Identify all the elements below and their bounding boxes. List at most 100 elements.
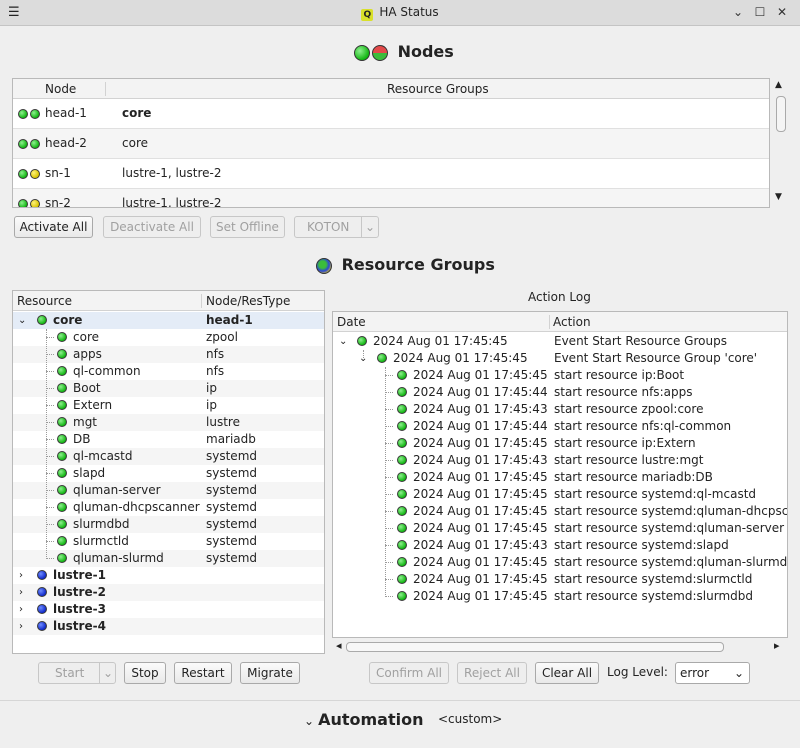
- resource-row[interactable]: qluman-server systemd: [13, 482, 324, 499]
- resource-row[interactable]: Boot ip: [13, 380, 324, 397]
- start-label: Start: [55, 666, 85, 680]
- action-column-header[interactable]: Action: [553, 315, 591, 329]
- resource-status-dot-icon: [57, 332, 67, 342]
- log-row[interactable]: ⌄ 2024 Aug 01 17:45:45 Event Start Resourc…: [333, 350, 787, 367]
- confirm-all-button[interactable]: Confirm All: [369, 662, 449, 684]
- migrate-button[interactable]: Migrate: [240, 662, 300, 684]
- log-row[interactable]: 2024 Aug 01 17:45:45 start resource maria…: [333, 469, 787, 486]
- log-row[interactable]: 2024 Aug 01 17:45:45 start resource syste…: [333, 571, 787, 588]
- resource-row[interactable]: ql-common nfs: [13, 363, 324, 380]
- resource-type: lustre: [206, 415, 240, 429]
- koton-chevron-down-icon[interactable]: ⌄: [361, 217, 378, 237]
- log-row[interactable]: 2024 Aug 01 17:45:45 start resource ip:Ex…: [333, 435, 787, 452]
- resource-rows: ⌄ core head-1 core zpool apps nfs ql-common nfs B…: [13, 312, 324, 653]
- koton-select[interactable]: KOTON ⌄: [294, 216, 379, 238]
- log-status-dot-icon: [397, 387, 407, 397]
- resource-row[interactable]: DB mariadb: [13, 431, 324, 448]
- log-row[interactable]: ⌄ 2024 Aug 01 17:45:45 Event Start Resourc…: [333, 333, 787, 350]
- set-offline-button[interactable]: Set Offline: [210, 216, 285, 238]
- resource-row[interactable]: slurmctld systemd: [13, 533, 324, 550]
- log-action: start resource systemd:slurmdbd: [554, 589, 753, 603]
- log-action: start resource nfs:apps: [554, 385, 693, 399]
- log-level-chevron-down-icon: ⌄: [734, 666, 745, 680]
- resource-row[interactable]: mgt lustre: [13, 414, 324, 431]
- log-status-dot-icon: [397, 574, 407, 584]
- log-status-dot-icon: [397, 438, 407, 448]
- node-row[interactable]: head-2 core: [13, 129, 769, 159]
- action-log-title: Action Log: [528, 290, 591, 304]
- resource-status-dot-icon: [57, 468, 67, 478]
- expand-chevron-icon[interactable]: ⌄: [304, 714, 314, 728]
- nodes-title: Nodes: [397, 42, 454, 61]
- log-row[interactable]: 2024 Aug 01 17:45:45 start resource syste…: [333, 486, 787, 503]
- log-row[interactable]: 2024 Aug 01 17:45:45 start resource syste…: [333, 554, 787, 571]
- log-row[interactable]: 2024 Aug 01 17:45:43 start resource zpool…: [333, 401, 787, 418]
- resource-row[interactable]: › lustre-4: [13, 618, 324, 635]
- resource-groups-column-header[interactable]: Resource Groups: [387, 82, 489, 96]
- log-row[interactable]: 2024 Aug 01 17:45:43 start resource syste…: [333, 537, 787, 554]
- expand-chevron-icon[interactable]: ›: [19, 584, 23, 601]
- stop-button[interactable]: Stop: [124, 662, 166, 684]
- resource-column-header[interactable]: Resource: [17, 294, 72, 308]
- log-status-dot-icon: [397, 506, 407, 516]
- resource-row[interactable]: core zpool: [13, 329, 324, 346]
- node-row[interactable]: sn-2 lustre-1, lustre-2: [13, 189, 769, 207]
- node-column-header[interactable]: Node: [45, 82, 76, 96]
- scroll-up-icon[interactable]: ▲: [775, 80, 782, 90]
- node-row[interactable]: head-1 core: [13, 99, 769, 129]
- reject-all-button[interactable]: Reject All: [457, 662, 527, 684]
- log-level-select[interactable]: error ⌄: [675, 662, 750, 684]
- collapse-chevron-icon[interactable]: ⌄: [339, 333, 347, 350]
- log-row[interactable]: 2024 Aug 01 17:45:44 start resource nfs:q…: [333, 418, 787, 435]
- resource-row[interactable]: qluman-slurmd systemd: [13, 550, 324, 567]
- action-log-hscrollbar[interactable]: ◂ ▸: [332, 638, 788, 656]
- close-icon[interactable]: ✕: [774, 4, 790, 20]
- resource-groups-title: Resource Groups: [341, 255, 495, 274]
- resource-row[interactable]: ql-mcastd systemd: [13, 448, 324, 465]
- expand-chevron-icon[interactable]: ›: [19, 601, 23, 618]
- automation-section-header[interactable]: ⌄ Automation: [304, 710, 423, 729]
- resource-row[interactable]: › lustre-3: [13, 601, 324, 618]
- restart-button[interactable]: Restart: [174, 662, 232, 684]
- activate-all-button[interactable]: Activate All: [14, 216, 93, 238]
- date-column-header[interactable]: Date: [337, 315, 366, 329]
- scroll-down-icon[interactable]: ▼: [775, 192, 782, 202]
- log-row[interactable]: 2024 Aug 01 17:45:45 start resource ip:Bo…: [333, 367, 787, 384]
- start-chevron-down-icon[interactable]: ⌄: [99, 663, 116, 683]
- start-select[interactable]: Start ⌄: [38, 662, 116, 684]
- log-row[interactable]: 2024 Aug 01 17:45:45 start resource syste…: [333, 588, 787, 605]
- maximize-icon[interactable]: ☐: [752, 4, 768, 20]
- resource-row[interactable]: apps nfs: [13, 346, 324, 363]
- node-row[interactable]: sn-1 lustre-1, lustre-2: [13, 159, 769, 189]
- nodes-scrollbar-handle[interactable]: [776, 96, 786, 132]
- log-action: start resource lustre:mgt: [554, 453, 704, 467]
- log-date: 2024 Aug 01 17:45:45: [413, 470, 548, 484]
- expand-chevron-icon[interactable]: ›: [19, 567, 23, 584]
- minimize-icon[interactable]: ⌄: [730, 4, 746, 20]
- log-action: start resource systemd:ql-mcastd: [554, 487, 757, 501]
- resource-row[interactable]: › lustre-2: [13, 584, 324, 601]
- resource-row[interactable]: Extern ip: [13, 397, 324, 414]
- node-status-dot-icon: [18, 139, 28, 149]
- log-row[interactable]: 2024 Aug 01 17:45:44 start resource nfs:a…: [333, 384, 787, 401]
- resource-type: mariadb: [206, 432, 256, 446]
- node-restype-column-header[interactable]: Node/ResType: [206, 294, 290, 308]
- log-row[interactable]: 2024 Aug 01 17:45:45 start resource syste…: [333, 503, 787, 520]
- nodes-scrollbar[interactable]: ▲ ▼: [772, 80, 788, 208]
- scroll-left-icon[interactable]: ◂: [336, 639, 342, 652]
- collapse-chevron-icon[interactable]: ⌄: [18, 312, 26, 329]
- resource-row[interactable]: ⌄ core head-1: [13, 312, 324, 329]
- action-log-hscroll-handle[interactable]: [346, 642, 724, 652]
- resource-row[interactable]: slurmdbd systemd: [13, 516, 324, 533]
- scroll-right-icon[interactable]: ▸: [774, 639, 780, 652]
- resource-row[interactable]: qluman-dhcpscanner systemd: [13, 499, 324, 516]
- log-row[interactable]: 2024 Aug 01 17:45:45 start resource syste…: [333, 520, 787, 537]
- log-row[interactable]: 2024 Aug 01 17:45:43 start resource lustr…: [333, 452, 787, 469]
- resource-row[interactable]: slapd systemd: [13, 465, 324, 482]
- clear-all-button[interactable]: Clear All: [535, 662, 599, 684]
- resource-name: Extern: [73, 398, 113, 412]
- expand-chevron-icon[interactable]: ›: [19, 618, 23, 635]
- deactivate-all-button[interactable]: Deactivate All: [103, 216, 201, 238]
- log-status-dot-icon: [377, 353, 387, 363]
- resource-row[interactable]: › lustre-1: [13, 567, 324, 584]
